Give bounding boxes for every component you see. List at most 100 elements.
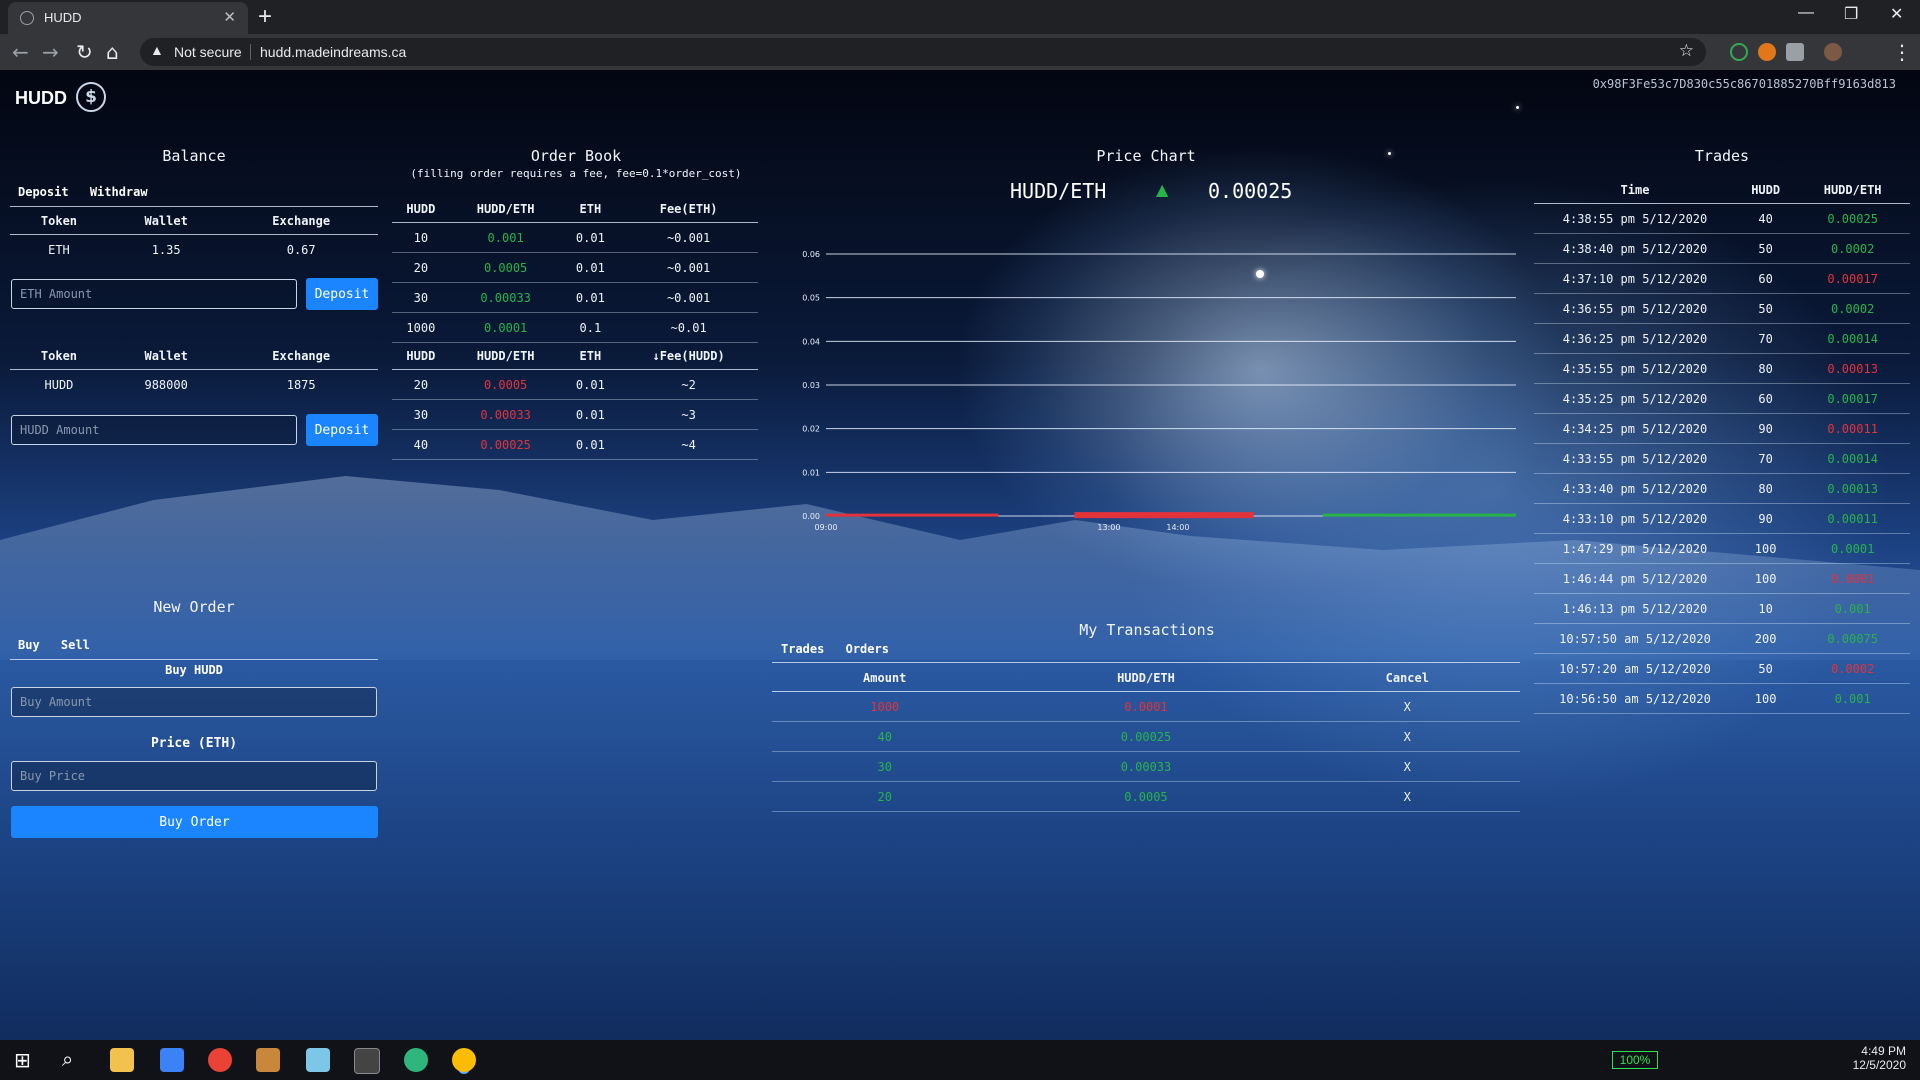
- price-cell: 0.0002: [1795, 233, 1910, 264]
- address-bar[interactable]: ▲ Not secure hudd.madeindreams.ca ☆: [140, 38, 1706, 66]
- trade-row: 10:57:20 am 5/12/2020 50 0.0002: [1534, 653, 1910, 684]
- buy-order-button[interactable]: Buy Order: [11, 806, 378, 838]
- time-cell: 4:33:40 pm 5/12/2020: [1534, 473, 1736, 504]
- search-icon[interactable]: ⌕: [62, 1047, 73, 1071]
- extension-icon[interactable]: [1730, 43, 1748, 61]
- package-icon[interactable]: [256, 1048, 280, 1072]
- amount-cell: 30: [392, 282, 450, 313]
- file-explorer-icon[interactable]: [110, 1048, 134, 1072]
- tab-withdraw[interactable]: Withdraw: [90, 185, 148, 199]
- account-address: 0x98F3Fe53c7D830c55c86701885270Bff9163d8…: [1592, 77, 1896, 91]
- my-order-row[interactable]: 30 0.00033 X: [772, 751, 1520, 782]
- time-cell: 1:47:29 pm 5/12/2020: [1534, 533, 1736, 564]
- buy-hudd-label: Buy HUDD: [165, 663, 223, 677]
- browser-tab[interactable]: HUDD ✕: [8, 2, 248, 34]
- trade-row: 4:34:25 pm 5/12/2020 90 0.00011: [1534, 413, 1910, 444]
- my-order-row[interactable]: 40 0.00025 X: [772, 721, 1520, 752]
- tab-orders[interactable]: Orders: [846, 642, 889, 656]
- tab-trades[interactable]: Trades: [781, 642, 824, 656]
- buy-price-input[interactable]: [11, 761, 377, 791]
- price-cell: 0.00014: [1795, 443, 1910, 474]
- amount-cell: 60: [1736, 383, 1796, 414]
- pair-label: HUDD/ETH: [1010, 179, 1107, 203]
- dollar-logo-icon: $: [76, 82, 106, 112]
- sell-order-row[interactable]: 10 0.001 0.01 ~0.001: [392, 222, 758, 253]
- new-tab-icon[interactable]: +: [258, 3, 272, 31]
- my-order-row[interactable]: 1000 0.0001 X: [772, 691, 1520, 722]
- minimize-icon[interactable]: —: [1798, 4, 1814, 22]
- amount-cell: 1000: [772, 691, 998, 722]
- balance-title: Balance: [162, 147, 226, 165]
- exchange-cell: 0.67: [286, 242, 316, 257]
- tab-buy[interactable]: Buy: [18, 638, 40, 652]
- y-tick-label: 0.00: [802, 512, 820, 521]
- divider: [772, 662, 1520, 663]
- bookmark-star-icon[interactable]: ☆: [1679, 41, 1694, 61]
- extensions-puzzle-icon[interactable]: [1786, 43, 1804, 61]
- cancel-button[interactable]: X: [1294, 721, 1520, 752]
- amount-cell: 10: [392, 222, 450, 253]
- sell-order-row[interactable]: 1000 0.0001 0.1 ~0.01: [392, 312, 758, 343]
- sell-order-row[interactable]: 20 0.0005 0.01 ~0.001: [392, 252, 758, 283]
- price-cell: 0.00033: [997, 751, 1295, 782]
- restore-icon[interactable]: ❐: [1844, 4, 1858, 24]
- tab-sell[interactable]: Sell: [61, 638, 90, 652]
- menu-icon[interactable]: ⋮: [1892, 40, 1912, 64]
- trade-row: 4:33:40 pm 5/12/2020 80 0.00013: [1534, 473, 1910, 504]
- windows-start-icon[interactable]: ⊞: [14, 1048, 31, 1072]
- close-window-icon[interactable]: ✕: [1890, 4, 1903, 24]
- cancel-button[interactable]: X: [1294, 751, 1520, 782]
- x-tick-label: 13:00: [1097, 523, 1120, 532]
- buy-amount-input[interactable]: [11, 687, 377, 717]
- system-clock[interactable]: 4:49 PM 12/5/2020: [1853, 1044, 1906, 1072]
- column-header: ↓Fee(HUDD): [619, 342, 758, 370]
- mail-icon[interactable]: [160, 1048, 184, 1072]
- profile-avatar[interactable]: [1824, 43, 1842, 61]
- cancel-button[interactable]: X: [1294, 691, 1520, 722]
- tab-deposit[interactable]: Deposit: [18, 185, 69, 199]
- close-tab-icon[interactable]: ✕: [223, 8, 236, 26]
- metamask-icon[interactable]: [1758, 43, 1776, 61]
- divider: [10, 659, 378, 660]
- terminal-icon[interactable]: [354, 1048, 380, 1074]
- price-chart-title: Price Chart: [1096, 147, 1196, 165]
- eth-deposit-button[interactable]: Deposit: [306, 278, 378, 310]
- amount-cell: 100: [1736, 563, 1796, 594]
- price-cell: 0.00017: [1795, 263, 1910, 294]
- price-cell: 0.001: [1795, 683, 1910, 714]
- x-tick-label: 14:00: [1166, 523, 1189, 532]
- warning-icon: ▲: [150, 42, 164, 58]
- reload-icon[interactable]: ↻: [76, 40, 93, 64]
- hudd-amount-input[interactable]: [11, 415, 297, 445]
- price-cell: 0.0005: [449, 252, 562, 283]
- cancel-button[interactable]: X: [1294, 781, 1520, 812]
- hudd-deposit-button[interactable]: Deposit: [306, 414, 378, 446]
- order-book-title: Order Book: [530, 147, 622, 165]
- forward-icon[interactable]: →: [42, 40, 59, 64]
- notes-icon[interactable]: [306, 1048, 330, 1072]
- buy-order-row[interactable]: 30 0.00033 0.01 ~3: [392, 399, 758, 430]
- amount-cell: 50: [1736, 293, 1796, 324]
- amount-cell: 20: [772, 781, 998, 812]
- new-order-title: New Order: [153, 598, 235, 616]
- sell-order-row[interactable]: 30 0.00033 0.01 ~0.001: [392, 282, 758, 313]
- home-icon[interactable]: ⌂: [106, 40, 119, 64]
- eth-amount-input[interactable]: [11, 279, 297, 309]
- chrome-active-icon[interactable]: [452, 1048, 476, 1072]
- back-icon[interactable]: ←: [12, 40, 29, 64]
- buy-order-row[interactable]: 20 0.0005 0.01 ~2: [392, 369, 758, 400]
- column-header: Wallet: [107, 208, 225, 235]
- slack-icon[interactable]: [404, 1048, 428, 1072]
- price-cell: 0.00014: [1795, 323, 1910, 354]
- my-order-row[interactable]: 20 0.0005 X: [772, 781, 1520, 812]
- os-taskbar: ⊞ ⌕ 100% 4:49 PM 12/5/2020: [0, 1040, 1920, 1080]
- buy-order-row[interactable]: 40 0.00025 0.01 ~4: [392, 429, 758, 460]
- table-row: HUDD 988000 1875: [10, 370, 378, 400]
- chrome-icon[interactable]: [208, 1048, 232, 1072]
- price-cell: 0.001: [449, 222, 562, 253]
- amount-cell: 20: [392, 252, 450, 283]
- price-cell: 0.001: [1795, 593, 1910, 624]
- wallet-cell: 1.35: [151, 242, 181, 257]
- column-header: Exchange: [224, 208, 378, 235]
- price-cell: 0.0005: [997, 781, 1295, 812]
